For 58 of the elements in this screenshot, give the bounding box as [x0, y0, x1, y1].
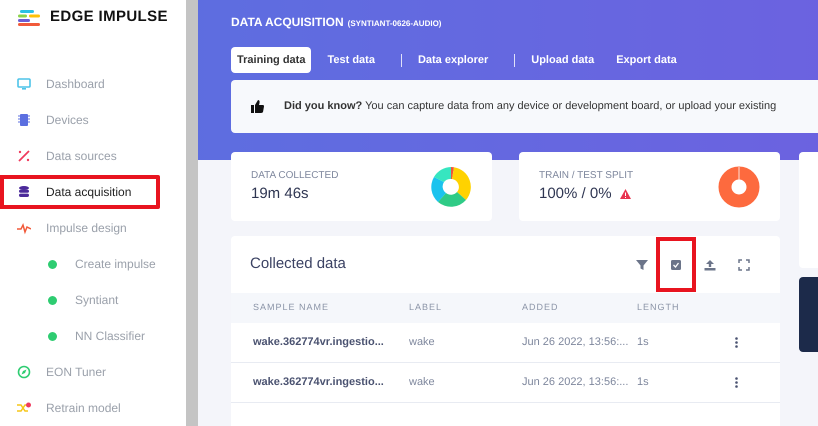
table-cell-text: wake: [409, 335, 436, 350]
table-cell-text: Jun 26 2022, 13:56:...: [522, 375, 630, 390]
upload-button[interactable]: [704, 258, 716, 270]
upload-icon: [704, 258, 716, 270]
wand-icon: [17, 149, 31, 163]
column-header: SAMPLE NAME: [253, 301, 330, 314]
stat-value: 100% / 0%: [539, 184, 612, 204]
sidebar-item[interactable]: Retrain model: [46, 399, 121, 417]
checkbox-icon: [670, 258, 682, 270]
column-header: LENGTH: [637, 301, 681, 314]
logo-text: EDGE IMPULSE: [50, 7, 168, 28]
tab[interactable]: Export data: [610, 47, 683, 73]
sidebar-item[interactable]: Impulse design: [46, 219, 127, 237]
donut-drawing: [430, 166, 472, 208]
tip-text: Did you know? You can capture data from any device or development board, or upload your existing: [284, 99, 776, 114]
stat-label: DATA COLLECTED: [251, 168, 340, 183]
scrollbar[interactable]: [186, 0, 198, 426]
compass-icon: [17, 365, 31, 379]
fullscreen-button[interactable]: [738, 258, 750, 270]
shuffle-icon: [17, 401, 31, 415]
stat-label: TRAIN / TEST SPLIT: [539, 168, 634, 183]
sidebar-item[interactable]: EON Tuner: [46, 363, 106, 381]
more-icon[interactable]: [735, 377, 738, 388]
table-cell-text: wake: [409, 375, 436, 390]
pulse-icon: [17, 221, 31, 235]
chip-icon: [17, 113, 31, 127]
filter-icon: [636, 258, 648, 270]
column-header: ADDED: [522, 301, 560, 314]
sidebar-item[interactable]: Create impulse: [75, 255, 156, 273]
table-cell-text: wake.362774vr.ingestio...: [253, 375, 385, 390]
table-cell-text: Jun 26 2022, 13:56:...: [522, 335, 630, 350]
table-cell-text: wake.362774vr.ingestio...: [253, 335, 385, 350]
sidebar-item[interactable]: NN Classifier: [75, 327, 146, 345]
fullscreen-icon: [738, 258, 750, 270]
table-cell-text: 1s: [637, 335, 650, 350]
tab[interactable]: Data explorer: [412, 47, 494, 73]
monitor-icon: [17, 77, 31, 91]
checkbox-button[interactable]: [656, 237, 696, 292]
database-icon: [17, 185, 31, 199]
tab[interactable]: Upload data: [525, 47, 600, 73]
more-icon[interactable]: [735, 337, 738, 348]
sidebar-item[interactable]: Dashboard: [46, 75, 105, 93]
donut-drawing: [718, 166, 760, 208]
logo-icon: [18, 10, 42, 26]
page-title: DATA ACQUISITION: [231, 14, 344, 31]
tab[interactable]: Training data: [231, 47, 312, 73]
sidebar-item[interactable]: Devices: [46, 111, 89, 129]
panel-title: Collected data: [250, 254, 347, 274]
sidebar-item[interactable]: Data acquisition: [46, 183, 132, 201]
column-header: LABEL: [409, 301, 444, 314]
tab[interactable]: Test data: [321, 47, 381, 73]
sidebar-item[interactable]: Data sources: [46, 147, 117, 165]
filter-button[interactable]: [636, 258, 648, 270]
stat-value: 19m 46s: [251, 184, 309, 204]
sidebar-item[interactable]: Syntiant: [75, 291, 118, 309]
project-name: (SYNTIANT-0626-AUDIO): [348, 18, 442, 30]
thumbs-up-icon: [251, 100, 264, 113]
table-cell-text: 1s: [637, 375, 650, 390]
